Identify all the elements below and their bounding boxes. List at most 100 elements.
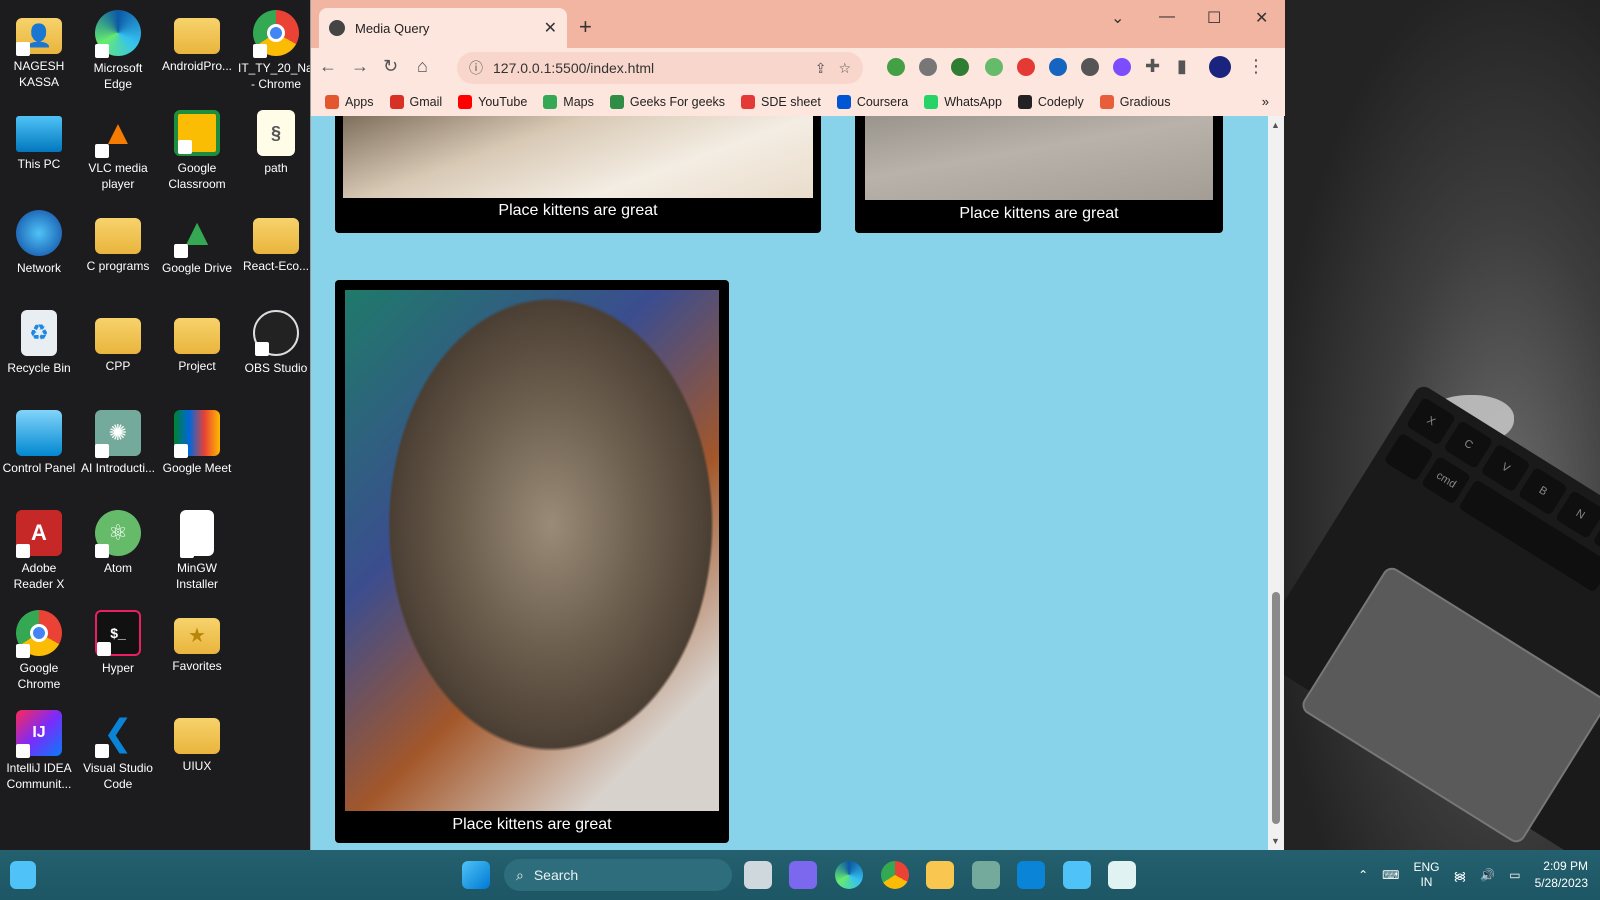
desktop-icon-adobe-reader[interactable]: A Adobe Reader X [1,510,77,592]
bookmark-codeply[interactable]: Codeply [1017,95,1084,109]
extension-image-icon[interactable] [985,58,1003,76]
extension-link-icon[interactable] [1081,58,1099,76]
site-info-icon[interactable]: ⓘ [469,58,483,78]
desktop-icon-network[interactable]: Network [1,210,77,276]
drive-icon: ▲ [174,210,220,258]
widgets-icon[interactable] [10,861,36,889]
back-icon[interactable]: ← [319,56,337,77]
desktop-icon-google-meet[interactable]: Google Meet [159,410,235,476]
share-icon[interactable]: ⇪ [815,60,827,77]
new-tab-button[interactable]: + [579,14,592,40]
bookmark-apps[interactable]: Apps [325,95,374,109]
bookmark-geeksforgeeks[interactable]: Geeks For geeks [609,95,725,109]
desktop-icon-vlc[interactable]: ▲ VLC media player [80,110,156,192]
extension-play-icon[interactable] [1017,58,1035,76]
folder-icon [174,718,220,754]
extension-tree-icon[interactable] [951,58,969,76]
desktop-icon-androidpro[interactable]: AndroidPro... [159,10,235,74]
extension-gear-icon[interactable] [1113,58,1131,76]
teams-chat-icon[interactable] [789,861,817,889]
reload-icon[interactable]: ↻ [383,56,398,77]
desktop-icon-google-chrome[interactable]: Google Chrome [1,610,77,692]
task-view-icon[interactable] [744,861,772,889]
desktop-icon-google-classroom[interactable]: Google Classroom [159,110,235,192]
scroll-down-icon[interactable]: ▼ [1271,836,1280,846]
desktop-icon-cpp[interactable]: CPP [80,310,156,374]
bookmarks-more-icon[interactable]: » [1262,94,1269,109]
folder-icon [174,18,220,54]
keyboard-icon[interactable]: ⌨ [1382,868,1399,882]
desktop-icon-obs[interactable]: OBS Studio [238,310,314,376]
extension-add-icon[interactable] [887,58,905,76]
desktop-icon-hyper[interactable]: $_ Hyper [80,610,156,676]
start-windows-icon[interactable] [462,861,490,889]
desktop-icon-atom[interactable]: ⚛ Atom [80,510,156,576]
file-explorer-icon[interactable] [926,861,954,889]
desktop-icon-favorites[interactable]: ★ Favorites [159,610,235,674]
bookmark-coursera[interactable]: Coursera [836,95,908,109]
bookmark-whatsapp[interactable]: WhatsApp [924,95,1002,109]
desktop-icon-uiux[interactable]: UIUX [159,710,235,774]
tab-search-icon[interactable]: ⌄ [1111,8,1124,28]
gmail-icon [389,95,404,109]
wifi-icon[interactable]: ᯼ [1453,867,1466,884]
menu-icon[interactable]: ⋮ [1247,56,1265,77]
desktop-icon-chrome-shortcut[interactable]: IT_TY_20_Na... - Chrome [238,10,323,92]
battery-icon[interactable]: ▭ [1509,868,1520,882]
chatgpt-taskbar-icon[interactable] [972,861,1000,889]
bookmark-star-icon[interactable]: ☆ [838,60,851,77]
edge-taskbar-icon[interactable] [835,861,863,889]
language-indicator[interactable]: ENG IN [1413,860,1439,890]
volume-icon[interactable]: 🔊 [1480,868,1495,882]
desktop-icon-project[interactable]: Project [159,310,235,374]
minimize-button[interactable]: — [1159,8,1175,26]
tab-media-query[interactable]: Media Query ✕ [319,8,567,48]
desktop-icon-c-programs[interactable]: C programs [80,210,156,274]
bookmark-label: Gradious [1119,95,1171,109]
chrome-taskbar-icon[interactable] [881,861,909,889]
chevron-up-icon[interactable]: ⌃ [1358,868,1368,882]
bookmark-youtube[interactable]: YouTube [458,95,527,109]
desktop-icon-react-eco[interactable]: React-Eco... [238,210,314,274]
scrollbar-thumb[interactable] [1272,592,1280,824]
scroll-up-icon[interactable]: ▲ [1271,120,1280,130]
desktop-icon-label: React-Eco... [242,259,310,273]
profile-avatar[interactable] [1209,56,1231,78]
maximize-button[interactable]: ☐ [1207,8,1221,28]
bookmark-label: WhatsApp [944,95,1002,109]
photos-taskbar-icon[interactable] [1108,861,1136,889]
desktop-icon-path[interactable]: § path [238,110,314,176]
bookmark-sde-sheet[interactable]: SDE sheet [741,95,821,109]
desktop-icon-intellij[interactable]: IJ IntelliJ IDEA Communit... [1,710,77,792]
desktop-icon-google-drive[interactable]: ▲ Google Drive [159,210,235,276]
desktop-icon-this-pc[interactable]: This PC [1,110,77,172]
puzzle-icon[interactable]: ✚ [1145,56,1160,77]
notepad-taskbar-icon[interactable] [1063,861,1091,889]
tab-close-icon[interactable]: ✕ [544,18,557,38]
desktop-icon-vscode[interactable]: ❮ Visual Studio Code [80,710,156,792]
address-bar[interactable]: ⓘ 127.0.0.1:5500/index.html ⇪ ☆ [457,52,863,84]
desktop-icon-nagesh-kassa[interactable]: 👤 NAGESH KASSA [1,10,77,90]
forward-icon[interactable]: → [351,56,369,77]
bookmark-maps[interactable]: Maps [543,95,594,109]
side-panel-icon[interactable]: ▮ [1177,56,1187,77]
bookmark-gradious[interactable]: Gradious [1099,95,1171,109]
page-scrollbar[interactable]: ▲ ▼ [1268,116,1284,850]
desktop-icon-microsoft-edge[interactable]: Microsoft Edge [80,10,156,92]
desktop-icon-mingw[interactable]: MinGW Installer [159,510,235,592]
vscode-taskbar-icon[interactable] [1017,861,1045,889]
apps-icon [325,95,339,109]
desktop-icon-ai-introduction[interactable]: ✺ AI Introducti... [80,410,156,476]
close-window-button[interactable]: ✕ [1255,8,1268,28]
extension-bug-icon[interactable] [919,58,937,76]
clock[interactable]: 2:09 PM 5/28/2023 [1535,858,1588,892]
taskbar-search[interactable]: ⌕ Search [504,859,732,891]
bookmark-gmail[interactable]: Gmail [389,95,442,109]
extension-circle-icon[interactable] [1049,58,1067,76]
desktop-icon-control-panel[interactable]: Control Panel [1,410,77,476]
home-icon[interactable]: ⌂ [417,56,428,77]
desktop-icon-recycle-bin[interactable]: ♻ Recycle Bin [1,310,77,376]
whatsapp-icon [924,95,939,109]
edge-icon [95,10,141,58]
bookmark-label: SDE sheet [761,95,821,109]
